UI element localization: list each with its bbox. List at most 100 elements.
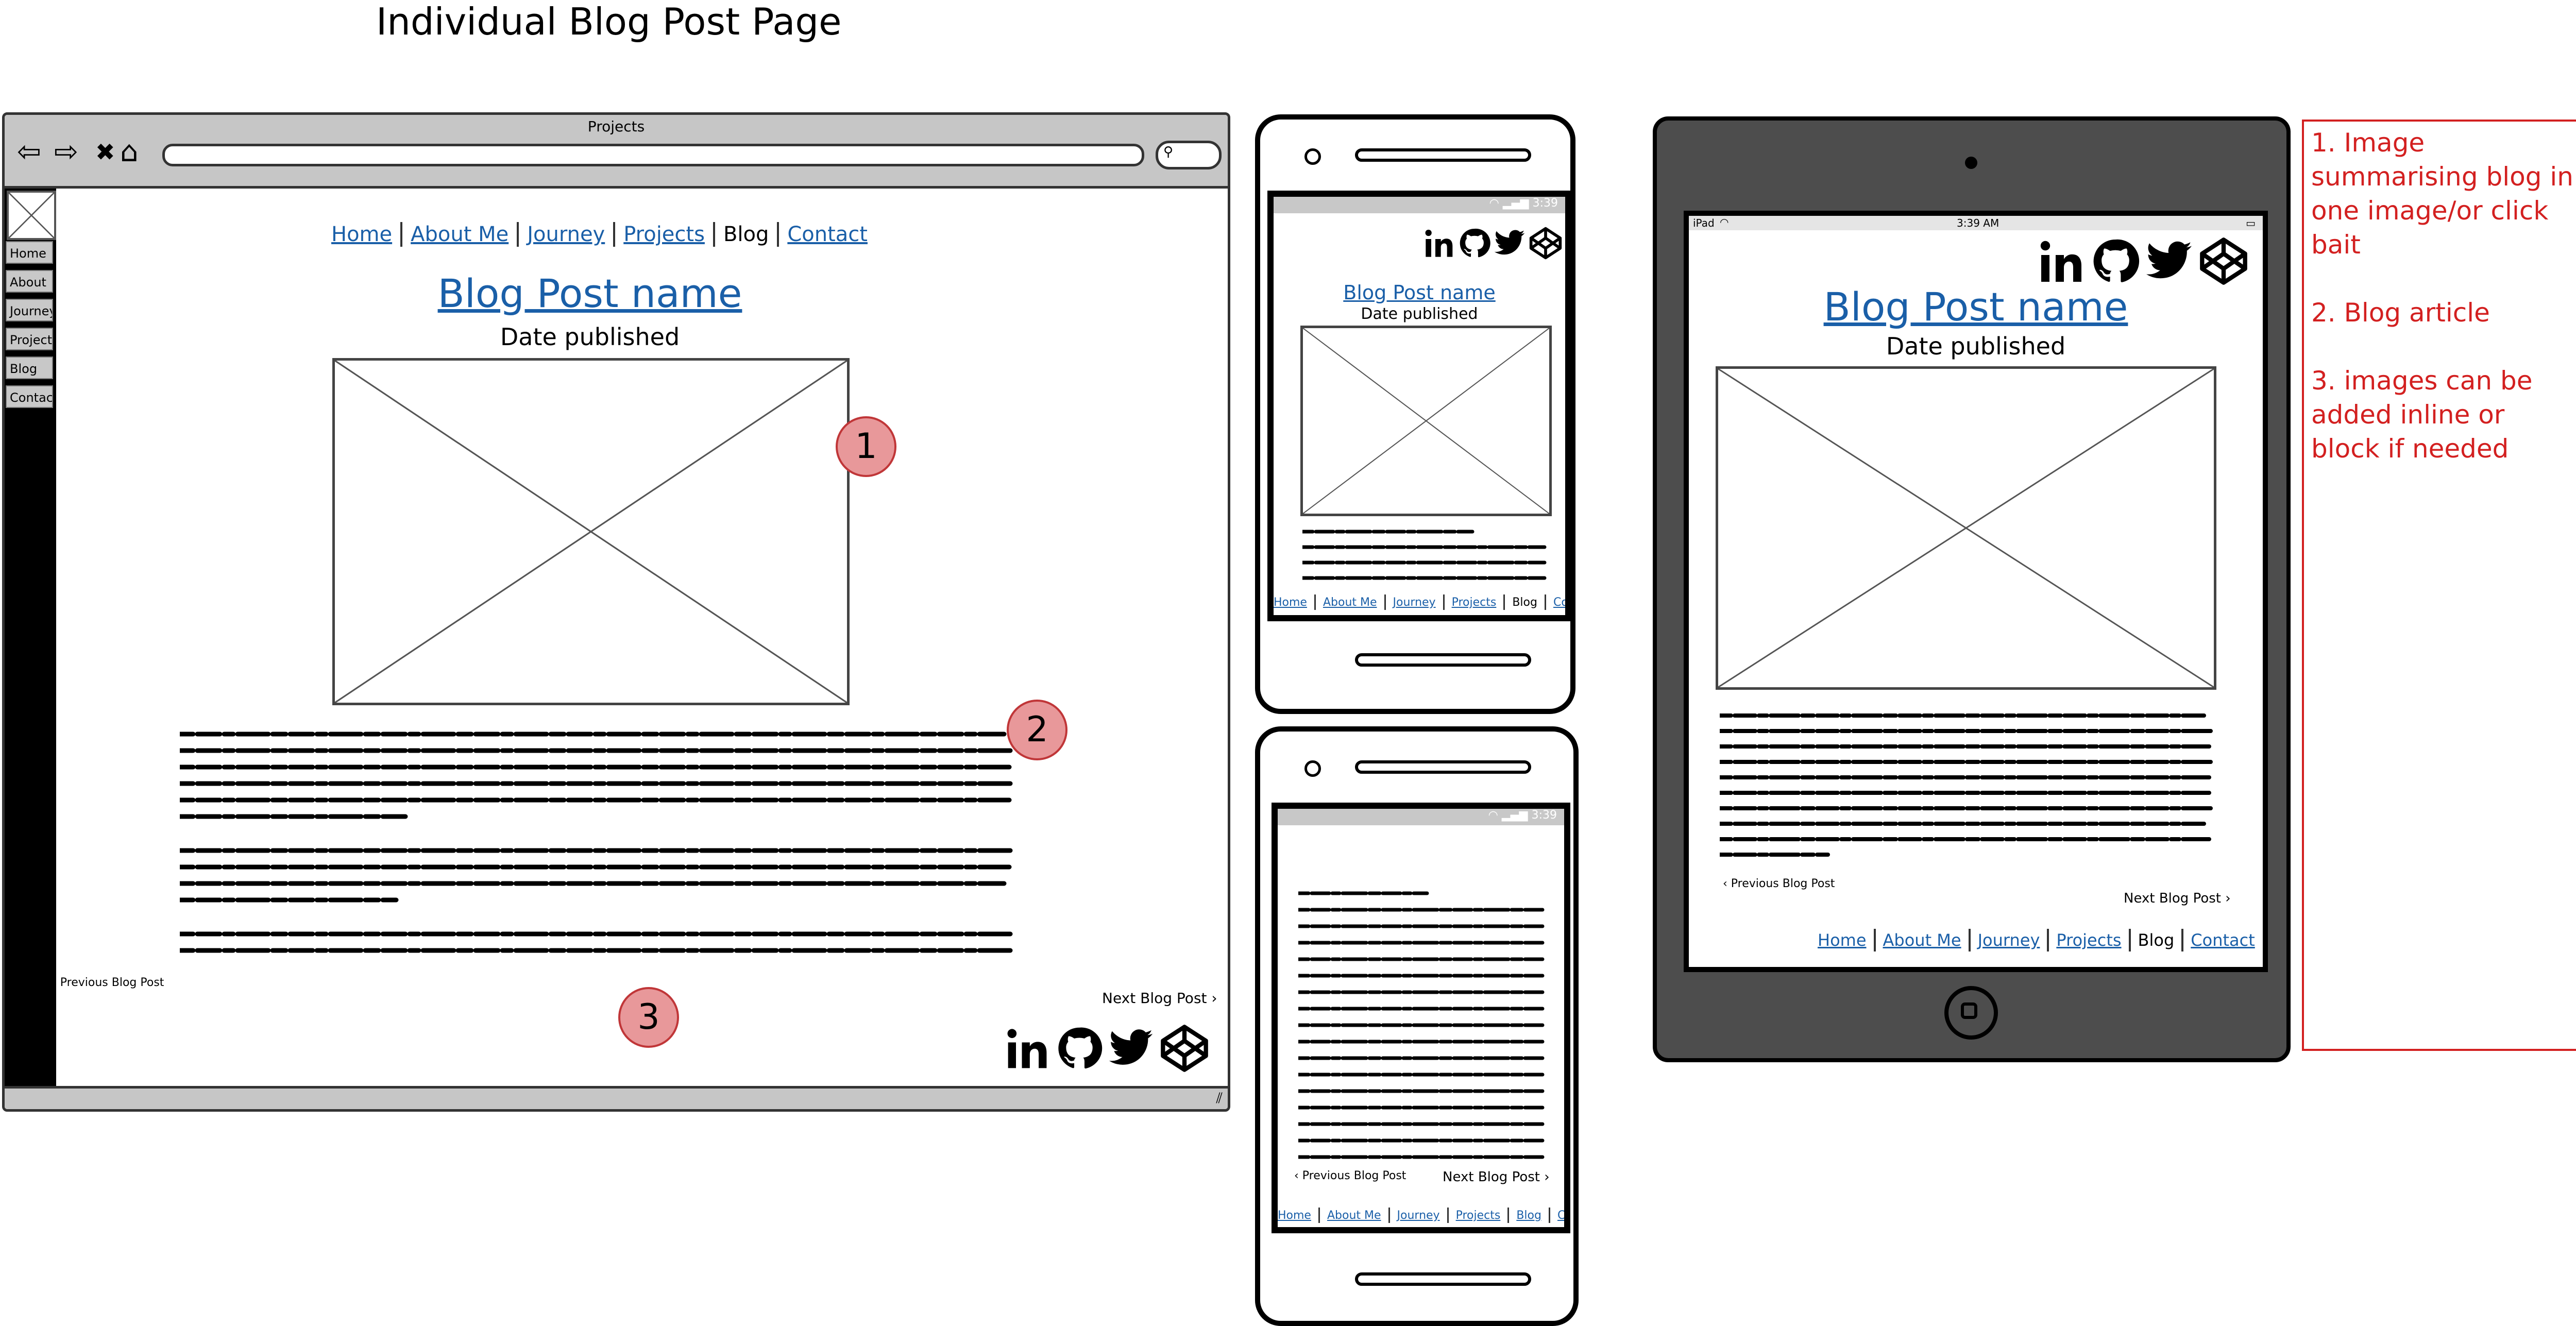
github-icon[interactable] bbox=[1056, 1025, 1103, 1072]
tablet-home-button bbox=[1944, 986, 1998, 1040]
phone-speaker bbox=[1355, 148, 1531, 162]
nav-about[interactable]: About Me bbox=[1883, 930, 1961, 950]
browser-toolbar: Projects ⇦ ⇨ ✖ ⌂ ⚲ bbox=[5, 115, 1228, 189]
phone-mockup-top: ◠ ▂▄▆ 3:39 Blog Post name Date published… bbox=[1255, 114, 1575, 714]
nav-blog[interactable]: Blog bbox=[1512, 596, 1537, 609]
phone-blog-heading[interactable]: Blog Post name bbox=[1274, 281, 1565, 304]
next-post-link[interactable]: Next Blog Post › bbox=[1443, 1169, 1550, 1185]
sidebar-item-journey[interactable]: Journey bbox=[6, 299, 53, 321]
nav-blog[interactable]: Blog bbox=[1516, 1209, 1541, 1222]
home-icon[interactable]: ⌂ bbox=[120, 137, 139, 167]
previous-post-link[interactable]: ‹ Previous Blog Post bbox=[52, 976, 164, 989]
back-arrow-icon[interactable]: ⇦ bbox=[17, 137, 41, 167]
codepen-icon[interactable] bbox=[1159, 1023, 1210, 1074]
previous-post-label: Previous Blog Post bbox=[1302, 1169, 1406, 1182]
chevron-left-icon: ‹ bbox=[1294, 1169, 1302, 1182]
sidebar-item-home[interactable]: Home bbox=[6, 241, 53, 264]
url-bar[interactable] bbox=[162, 144, 1144, 166]
tablet-time: 3:39 AM bbox=[1957, 217, 1999, 229]
next-post-label: Next Blog Post bbox=[1102, 990, 1207, 1007]
previous-post-link[interactable]: ‹ Previous Blog Post bbox=[1294, 1169, 1406, 1182]
linkedin-icon[interactable] bbox=[1004, 1025, 1052, 1072]
tablet-camera bbox=[1965, 157, 1977, 169]
phone-screen-bottom: ◠ ▂▄▆ 3:39 ‹ Previous Blog Post Next Blo… bbox=[1272, 803, 1570, 1233]
nav-blog[interactable]: Blog bbox=[2138, 930, 2175, 950]
sidebar-item-about[interactable]: About bbox=[6, 270, 53, 293]
blog-post-heading[interactable]: Blog Post name bbox=[332, 270, 848, 316]
nav-home[interactable]: Home bbox=[1278, 1209, 1311, 1222]
nav-home[interactable]: Home bbox=[1818, 930, 1867, 950]
github-icon[interactable] bbox=[1458, 227, 1491, 260]
annotation-badge-1: 1 bbox=[836, 416, 896, 477]
phone-status-bar: ◠ ▂▄▆ 3:39 bbox=[1278, 809, 1564, 825]
note-2: 2. Blog article bbox=[2311, 298, 2490, 328]
nav-journey[interactable]: Journey bbox=[1978, 930, 2040, 950]
nav-blog[interactable]: Blog bbox=[723, 223, 769, 246]
nav-journey[interactable]: Journey bbox=[527, 223, 605, 246]
phone-mockup-bottom: ◠ ▂▄▆ 3:39 ‹ Previous Blog Post Next Blo… bbox=[1255, 726, 1579, 1326]
chevron-left-icon: ‹ bbox=[1723, 877, 1731, 890]
github-icon[interactable] bbox=[2091, 236, 2140, 286]
phone-article-text bbox=[1298, 891, 1548, 1159]
forward-arrow-icon[interactable]: ⇨ bbox=[54, 137, 78, 167]
nav-home[interactable]: Home bbox=[1274, 596, 1307, 609]
status-time: 3:39 bbox=[1531, 809, 1557, 822]
nav-contact[interactable]: Contact bbox=[2191, 930, 2255, 950]
twitter-icon[interactable] bbox=[1493, 227, 1526, 260]
nav-projects[interactable]: Projects bbox=[2056, 930, 2121, 950]
sidebar-item-blog[interactable]: Blog bbox=[6, 356, 53, 379]
desktop-nav: Home About Me Journey Projects Blog Cont… bbox=[331, 222, 868, 247]
close-icon[interactable]: ✖ bbox=[95, 137, 115, 167]
tablet-device-label: iPad bbox=[1693, 217, 1715, 229]
codepen-icon[interactable] bbox=[2198, 235, 2249, 287]
nav-contact[interactable]: Contact bbox=[1557, 1209, 1564, 1222]
resize-grip-icon[interactable]: ⫽ bbox=[1216, 1090, 1223, 1107]
nav-home[interactable]: Home bbox=[331, 223, 392, 246]
annotation-badge-2: 2 bbox=[1007, 700, 1067, 760]
codepen-icon[interactable] bbox=[1528, 226, 1563, 261]
nav-about[interactable]: About Me bbox=[1323, 596, 1377, 609]
chevron-right-icon: › bbox=[1207, 990, 1217, 1007]
previous-post-link[interactable]: ‹ Previous Blog Post bbox=[1723, 877, 1835, 890]
status-time: 3:39 bbox=[1532, 197, 1558, 210]
nav-about[interactable]: About Me bbox=[1327, 1209, 1381, 1222]
twitter-icon[interactable] bbox=[1107, 1025, 1155, 1072]
nav-projects[interactable]: Projects bbox=[1452, 596, 1497, 609]
nav-projects[interactable]: Projects bbox=[623, 223, 705, 246]
sidebar-item-contact[interactable]: Contact bbox=[6, 385, 53, 408]
nav-about[interactable]: About Me bbox=[411, 223, 509, 246]
browser-statusbar: ⫽ bbox=[5, 1086, 1228, 1109]
nav-contact[interactable]: Contact bbox=[787, 223, 868, 246]
phone-home-bar bbox=[1355, 1272, 1531, 1286]
tablet-blog-heading[interactable]: Blog Post name bbox=[1689, 284, 2263, 330]
phone-nav: Home About Me Journey Projects Blog Cont… bbox=[1278, 1208, 1564, 1223]
note-1: 1. Image summarising blog in one image/o… bbox=[2311, 128, 2573, 260]
tablet-status-bar: iPad ◠ 3:39 AM ▭ bbox=[1689, 216, 2263, 230]
linkedin-icon[interactable] bbox=[2037, 236, 2087, 286]
tablet-screen: iPad ◠ 3:39 AM ▭ Blog Post name Date pub… bbox=[1684, 211, 2268, 972]
linkedin-icon[interactable] bbox=[1423, 227, 1456, 260]
phone-social-links bbox=[1423, 226, 1563, 261]
phone-camera bbox=[1304, 760, 1321, 777]
date-published: Date published bbox=[500, 323, 680, 351]
tablet-article-text bbox=[1720, 713, 2216, 857]
chevron-right-icon: › bbox=[1539, 1169, 1550, 1185]
annotation-notes: 1. Image summarising blog in one image/o… bbox=[2302, 120, 2576, 1051]
twitter-icon[interactable] bbox=[2144, 236, 2194, 286]
blog-article-text bbox=[180, 732, 1017, 953]
chevron-right-icon: › bbox=[2221, 891, 2231, 906]
search-input[interactable]: ⚲ bbox=[1156, 141, 1222, 169]
nav-projects[interactable]: Projects bbox=[1456, 1209, 1501, 1222]
nav-journey[interactable]: Journey bbox=[1397, 1209, 1440, 1222]
nav-journey[interactable]: Journey bbox=[1393, 596, 1436, 609]
desktop-browser-window: Projects ⇦ ⇨ ✖ ⌂ ⚲ Home About Journey Pr… bbox=[2, 112, 1230, 1112]
next-post-label: Next Blog Post bbox=[1443, 1169, 1540, 1185]
phone-speaker bbox=[1355, 760, 1531, 774]
nav-contact[interactable]: Contact bbox=[1553, 596, 1565, 609]
next-post-link[interactable]: Next Blog Post › bbox=[2124, 891, 2231, 906]
next-post-link[interactable]: Next Blog Post › bbox=[1102, 990, 1217, 1007]
sidebar-item-projects[interactable]: Projects bbox=[6, 328, 53, 350]
annotation-badge-3: 3 bbox=[618, 987, 679, 1048]
tablet-social-links bbox=[2037, 235, 2249, 287]
phone-date-published: Date published bbox=[1361, 305, 1478, 323]
